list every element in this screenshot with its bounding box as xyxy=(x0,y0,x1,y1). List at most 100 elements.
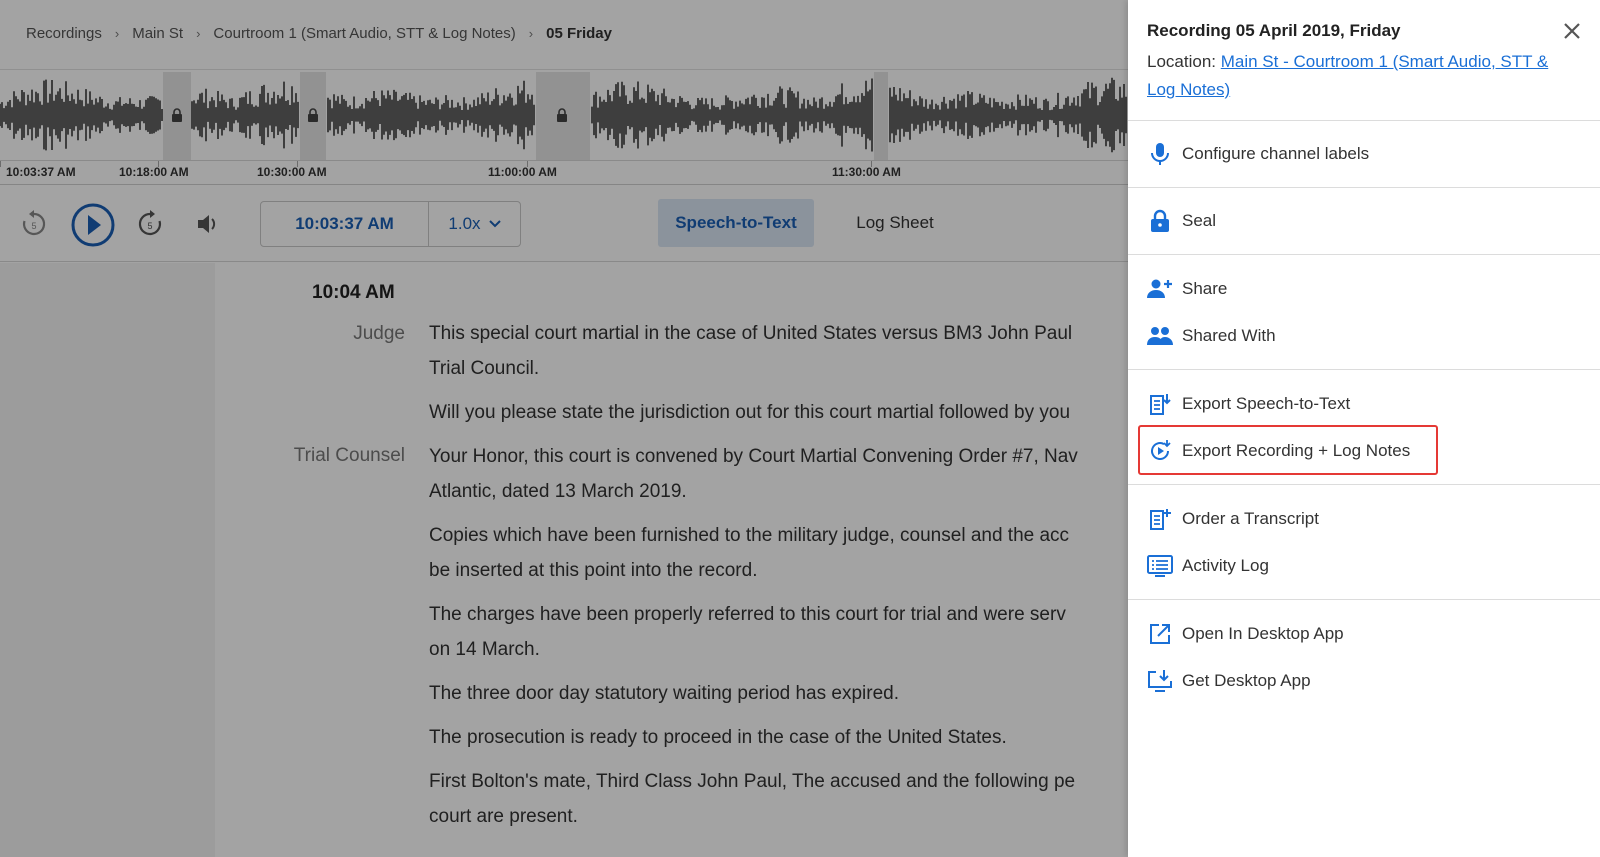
breadcrumb-current: 05 Friday xyxy=(546,24,612,42)
open-external-icon xyxy=(1147,621,1173,647)
transcript-line: The prosecution is ready to proceed in t… xyxy=(429,727,1007,748)
microphone-icon xyxy=(1147,141,1173,167)
breadcrumb-recordings[interactable]: Recordings xyxy=(26,25,102,42)
timeline-tick xyxy=(0,161,1,167)
menu-export-speech-to-text[interactable]: Export Speech-to-Text xyxy=(1147,386,1350,422)
breadcrumb-location[interactable]: Main St xyxy=(132,25,183,42)
transcript-line: Will you please state the jurisdiction o… xyxy=(429,402,1071,423)
chevron-down-icon xyxy=(488,220,501,228)
export-recording-icon xyxy=(1147,438,1173,464)
menu-seal[interactable]: Seal xyxy=(1147,203,1216,239)
divider xyxy=(1128,254,1600,255)
menu-shared-with[interactable]: Shared With xyxy=(1147,318,1276,354)
chevron-right-icon: › xyxy=(114,25,120,41)
timeline-label: 10:03:37 AM xyxy=(6,165,76,179)
svg-text:5: 5 xyxy=(147,221,152,231)
sealed-segment xyxy=(874,72,888,160)
menu-label: Activity Log xyxy=(1182,556,1269,575)
close-icon xyxy=(1564,23,1580,39)
menu-configure-channel-labels[interactable]: Configure channel labels xyxy=(1147,136,1369,172)
transcript-line: Your Honor, this court is convened by Co… xyxy=(429,446,1078,467)
volume-icon xyxy=(198,215,216,233)
recording-location: Location: Main St - Courtroom 1 (Smart A… xyxy=(1147,48,1567,104)
volume-button[interactable] xyxy=(192,208,224,240)
play-button[interactable] xyxy=(70,202,116,248)
menu-label: Seal xyxy=(1182,211,1217,230)
speed-value: 1.0x xyxy=(448,214,481,233)
menu-label: Order a Transcript xyxy=(1182,509,1319,528)
menu-label: Share xyxy=(1182,279,1228,298)
menu-open-desktop-app[interactable]: Open In Desktop App xyxy=(1147,616,1344,652)
divider xyxy=(1128,599,1600,600)
transcript-line: The three door day statutory waiting per… xyxy=(429,683,899,704)
menu-label: Get Desktop App xyxy=(1182,671,1311,690)
transcript-time-header: 10:04 AM xyxy=(312,282,395,303)
timeline-label: 11:00:00 AM xyxy=(488,165,557,179)
download-desktop-icon xyxy=(1147,668,1173,694)
location-label: Location: xyxy=(1147,52,1216,71)
timeline-label: 11:30:00 AM xyxy=(832,165,901,179)
chevron-right-icon: › xyxy=(528,25,534,41)
transcript-line: Copies which have been furnished to the … xyxy=(429,525,1070,546)
chevron-right-icon: › xyxy=(196,25,201,41)
speed-dropdown[interactable]: 1.0x xyxy=(429,202,520,246)
transcript-line: The charges have been properly referred … xyxy=(429,604,1066,625)
divider xyxy=(1128,369,1600,370)
forward-5-icon: 5 xyxy=(138,210,162,236)
play-icon xyxy=(71,203,115,247)
rewind-button[interactable]: 5 xyxy=(18,208,50,240)
breadcrumb-room[interactable]: Courtroom 1 (Smart Audio, STT & Log Note… xyxy=(213,25,515,42)
menu-label: Export Recording + Log Notes xyxy=(1182,441,1411,460)
export-doc-icon xyxy=(1147,391,1173,417)
lock-icon xyxy=(172,108,182,122)
speaker-label: Trial Counsel xyxy=(293,445,405,466)
main-app: Recordings › Main St › Courtroom 1 (Smar… xyxy=(0,0,1128,857)
close-button[interactable] xyxy=(1558,17,1586,45)
divider xyxy=(1128,187,1600,188)
menu-activity-log[interactable]: Activity Log xyxy=(1147,548,1269,584)
forward-button[interactable]: 5 xyxy=(134,208,166,240)
breadcrumb: Recordings › Main St › Courtroom 1 (Smar… xyxy=(26,22,612,44)
current-time-display[interactable]: 10:03:37 AM xyxy=(261,202,429,246)
list-icon xyxy=(1147,553,1173,579)
transcript-line: Atlantic, dated 13 March 2019. xyxy=(429,481,687,502)
transcript-line: Trial Council. xyxy=(429,358,540,379)
recording-options-panel: Recording 05 April 2019, Friday Location… xyxy=(1128,0,1600,857)
transcript-line: court are present. xyxy=(429,806,578,827)
menu-label: Export Speech-to-Text xyxy=(1182,394,1351,413)
transcript-line: be inserted at this point into the recor… xyxy=(429,560,758,581)
people-icon xyxy=(1147,323,1173,349)
lock-icon xyxy=(308,108,318,122)
time-speed-control: 10:03:37 AM 1.0x xyxy=(260,201,521,247)
panel-title: Recording 05 April 2019, Friday xyxy=(1147,21,1401,40)
menu-order-transcript[interactable]: Order a Transcript xyxy=(1147,501,1319,537)
order-doc-icon xyxy=(1147,506,1173,532)
menu-share[interactable]: Share xyxy=(1147,271,1227,307)
timeline-label: 10:30:00 AM xyxy=(257,165,327,179)
rewind-5-icon: 5 xyxy=(22,210,46,236)
lock-icon xyxy=(1147,208,1173,234)
menu-export-recording-log-notes[interactable]: Export Recording + Log Notes xyxy=(1147,433,1410,469)
menu-label: Open In Desktop App xyxy=(1182,624,1344,643)
tab-log-sheet[interactable]: Log Sheet xyxy=(840,199,950,247)
menu-label: Shared With xyxy=(1182,326,1276,345)
transcript-line: on 14 March. xyxy=(429,639,540,660)
tab-speech-to-text[interactable]: Speech-to-Text xyxy=(658,199,814,247)
menu-label: Configure channel labels xyxy=(1182,144,1370,163)
person-add-icon xyxy=(1147,276,1173,302)
timeline-label: 10:18:00 AM xyxy=(119,165,189,179)
transcript-line: First Bolton's mate, Third Class John Pa… xyxy=(429,771,1076,792)
transcript-area: 10:04 AM Judge Trial Counsel This specia… xyxy=(0,263,1128,857)
timeline-ruler[interactable]: 10:03:37 AM 10:18:00 AM 10:30:00 AM 11:0… xyxy=(0,161,1128,185)
divider xyxy=(1128,484,1600,485)
svg-text:5: 5 xyxy=(31,221,36,231)
left-gutter xyxy=(0,263,215,857)
transcript-line: This special court martial in the case o… xyxy=(429,323,1073,344)
lock-icon xyxy=(557,108,567,122)
transcript: 10:04 AM Judge Trial Counsel This specia… xyxy=(215,263,1128,857)
divider xyxy=(1128,120,1600,121)
player-controls: 5 5 10:03:37 AM 1.0x Speech-to-Text Log … xyxy=(0,186,1128,262)
menu-get-desktop-app[interactable]: Get Desktop App xyxy=(1147,663,1311,699)
audio-waveform[interactable] xyxy=(0,69,1128,161)
speaker-label: Judge xyxy=(353,323,405,344)
